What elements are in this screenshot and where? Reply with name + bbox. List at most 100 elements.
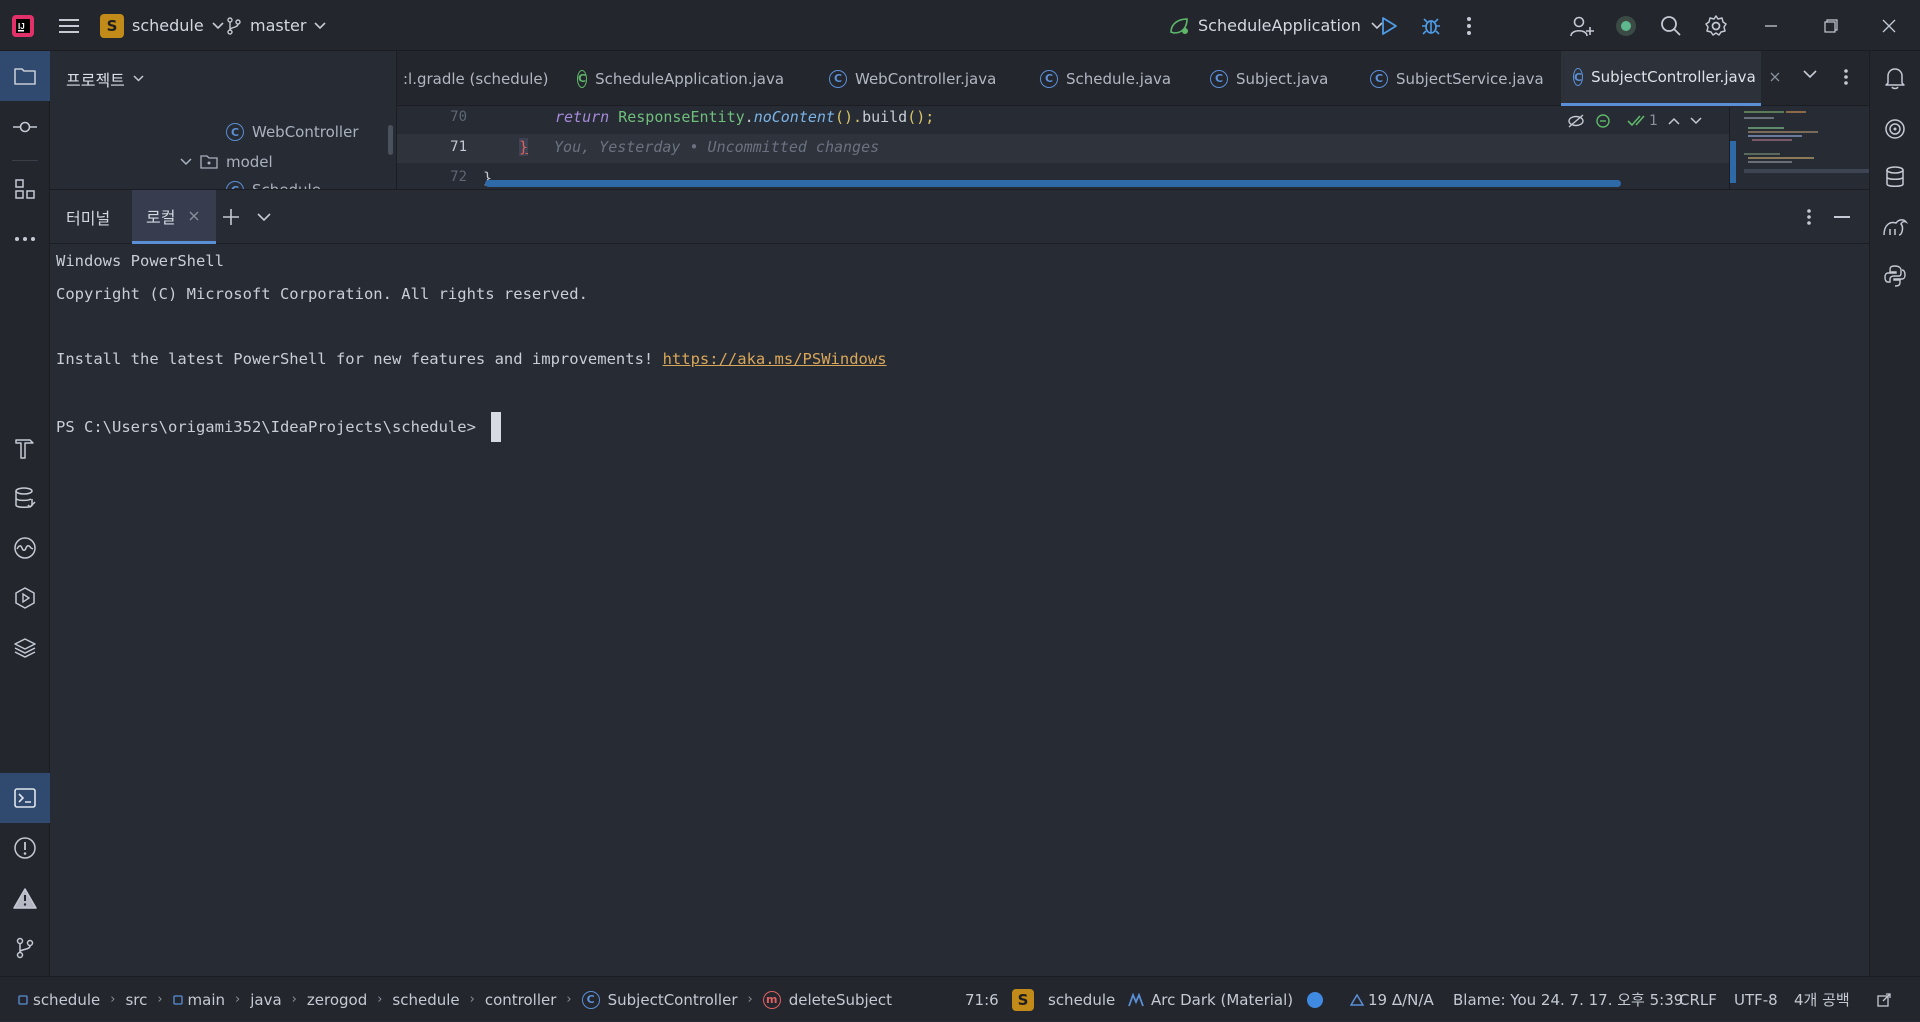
breadcrumb-item[interactable]: zerogod (307, 991, 367, 1009)
search-icon[interactable] (1660, 0, 1682, 51)
run-config-selector[interactable]: ScheduleApplication (1168, 0, 1383, 51)
project-indicator[interactable]: S schedule (1012, 977, 1115, 1022)
settings-icon[interactable] (1704, 0, 1728, 51)
add-user-icon[interactable] (1570, 0, 1594, 51)
more-icon[interactable] (1843, 68, 1849, 86)
new-tab-icon[interactable] (222, 208, 240, 226)
ai-chat-icon[interactable] (1870, 107, 1920, 151)
restore-icon[interactable] (1824, 0, 1838, 51)
notifications-icon[interactable] (1870, 56, 1920, 100)
breadcrumb-item[interactable]: deleteSubject (789, 991, 892, 1009)
tree-item-webcontroller[interactable]: C WebController (226, 117, 359, 147)
minimap-scroll[interactable] (1730, 141, 1736, 183)
profiler-tool-icon[interactable] (0, 526, 50, 570)
tab-schedule-application[interactable]: C ScheduleApplication.java (577, 51, 784, 106)
project-name: schedule (132, 16, 204, 35)
debug-icon[interactable] (1420, 0, 1442, 51)
code-line-70[interactable]: return ResponseEntity.noContent().build(… (555, 108, 934, 126)
hamburger-menu-icon[interactable] (58, 0, 80, 51)
project-selector[interactable]: S schedule (100, 0, 224, 51)
more-icon[interactable] (1466, 0, 1472, 51)
services-tool-icon[interactable] (0, 576, 50, 620)
minimize-icon[interactable] (1764, 0, 1778, 51)
close-icon[interactable] (1882, 0, 1896, 51)
terminal-line: Install the latest PowerShell for new fe… (56, 350, 663, 368)
tree-item-model[interactable]: model (180, 147, 273, 177)
database-tool-icon[interactable] (0, 476, 50, 520)
class-icon: C (1370, 69, 1388, 88)
warning-tool-icon[interactable] (0, 876, 50, 920)
indent-setting[interactable]: 4개 공백 (1794, 977, 1850, 1022)
chevron-down-icon[interactable] (257, 213, 271, 222)
breadcrumb-item[interactable]: src (125, 991, 147, 1009)
project-tool-icon[interactable] (0, 51, 50, 101)
caret-position[interactable]: 71:6 (965, 977, 999, 1022)
hide-icon[interactable] (1567, 114, 1585, 128)
close-tab-icon[interactable] (189, 211, 199, 221)
terminal-title[interactable]: 터미널 (66, 190, 110, 244)
close-tab-icon[interactable] (1770, 72, 1780, 82)
project-badge: S (100, 13, 124, 38)
chevron-down-icon[interactable] (1690, 117, 1702, 125)
problems-tool-icon[interactable] (0, 826, 50, 870)
blame-info[interactable]: Blame: You 24. 7. 17. 오후 5:39 (1453, 977, 1683, 1022)
breadcrumb-item[interactable]: SubjectController (608, 991, 738, 1009)
tab-subject-controller[interactable]: C SubjectController.java (1561, 51, 1780, 106)
inspection-status[interactable]: 1 (1627, 113, 1658, 129)
database-icon[interactable] (1870, 155, 1920, 199)
status-dot-icon[interactable] (1306, 977, 1324, 1022)
tab-webcontroller[interactable]: C WebController.java (829, 51, 996, 106)
ai-assistant-icon[interactable] (1614, 0, 1638, 51)
gradle-icon[interactable] (1870, 204, 1920, 248)
inspection-widget[interactable]: 1 (1567, 109, 1702, 133)
tab-label: SubjectController.java (1591, 68, 1756, 86)
class-icon: C (1210, 69, 1228, 88)
hide-panel-icon[interactable] (1834, 216, 1850, 219)
minimap[interactable] (1729, 107, 1869, 189)
terminal-tool-icon[interactable] (0, 773, 50, 823)
terminal-output[interactable]: Windows PowerShell Copyright (C) Microso… (50, 244, 1869, 976)
line-separator[interactable]: CRLF (1679, 977, 1717, 1022)
readonly-toggle-icon[interactable] (1876, 977, 1892, 1022)
horizontal-scrollbar[interactable] (485, 180, 1621, 187)
tab-label: Schedule.java (1066, 69, 1172, 88)
terminal-prompt-line[interactable]: PS C:\Users\origami352\IdeaProjects\sche… (56, 410, 502, 444)
code-line-71[interactable]: } You, Yesterday • Uncommitted changes (519, 138, 879, 156)
project-pane-header[interactable]: 프로젝트 (66, 51, 144, 106)
commit-tool-icon[interactable] (0, 105, 50, 149)
tab-label: Subject.java (1236, 69, 1329, 88)
build-tool-icon[interactable] (0, 426, 50, 470)
app-logo-icon[interactable]: IJ (10, 0, 36, 51)
structure-tool-icon[interactable] (0, 167, 50, 211)
breadcrumb-item[interactable]: schedule (33, 991, 100, 1009)
tab-build-gradle[interactable]: :l.gradle (schedule) (397, 51, 548, 106)
powershell-link[interactable]: https://aka.ms/PSWindows (663, 350, 887, 368)
tab-local[interactable]: 로컬 (132, 190, 216, 244)
layers-tool-icon[interactable] (0, 626, 50, 670)
tab-subject-service[interactable]: C SubjectService.java (1370, 51, 1544, 106)
chevron-down-icon (212, 21, 224, 30)
theme-indicator[interactable]: Arc Dark (Material) (1128, 977, 1293, 1022)
breadcrumb-item[interactable]: controller (485, 991, 557, 1009)
more-icon[interactable] (1806, 208, 1812, 226)
branch-selector[interactable]: master (226, 0, 326, 51)
scrollbar-thumb[interactable] (388, 125, 393, 155)
more-tools-icon[interactable] (0, 217, 50, 261)
chevron-up-icon[interactable] (1668, 117, 1680, 125)
breadcrumb-item[interactable]: schedule (392, 991, 459, 1009)
git-tool-icon[interactable] (0, 926, 50, 970)
breadcrumb-item[interactable]: main (188, 991, 225, 1009)
tab-subject[interactable]: C Subject.java (1210, 51, 1328, 106)
tab-schedule[interactable]: C Schedule.java (1040, 51, 1171, 106)
ai-icon[interactable] (1595, 113, 1611, 129)
code-class: ResponseEntity (618, 108, 745, 126)
run-icon[interactable] (1380, 0, 1398, 51)
vcs-indicator[interactable]: 19 Δ/N/A (1350, 977, 1434, 1022)
python-icon[interactable] (1870, 254, 1920, 298)
inline-blame: You, Yesterday • Uncommitted changes (554, 138, 880, 156)
tabs-dropdown-icon[interactable] (1803, 69, 1817, 79)
file-encoding[interactable]: UTF-8 (1734, 977, 1778, 1022)
inspection-count: 1 (1649, 113, 1658, 129)
tree-item-schedule[interactable]: C Schedule (226, 175, 321, 189)
breadcrumb-item[interactable]: java (250, 991, 281, 1009)
